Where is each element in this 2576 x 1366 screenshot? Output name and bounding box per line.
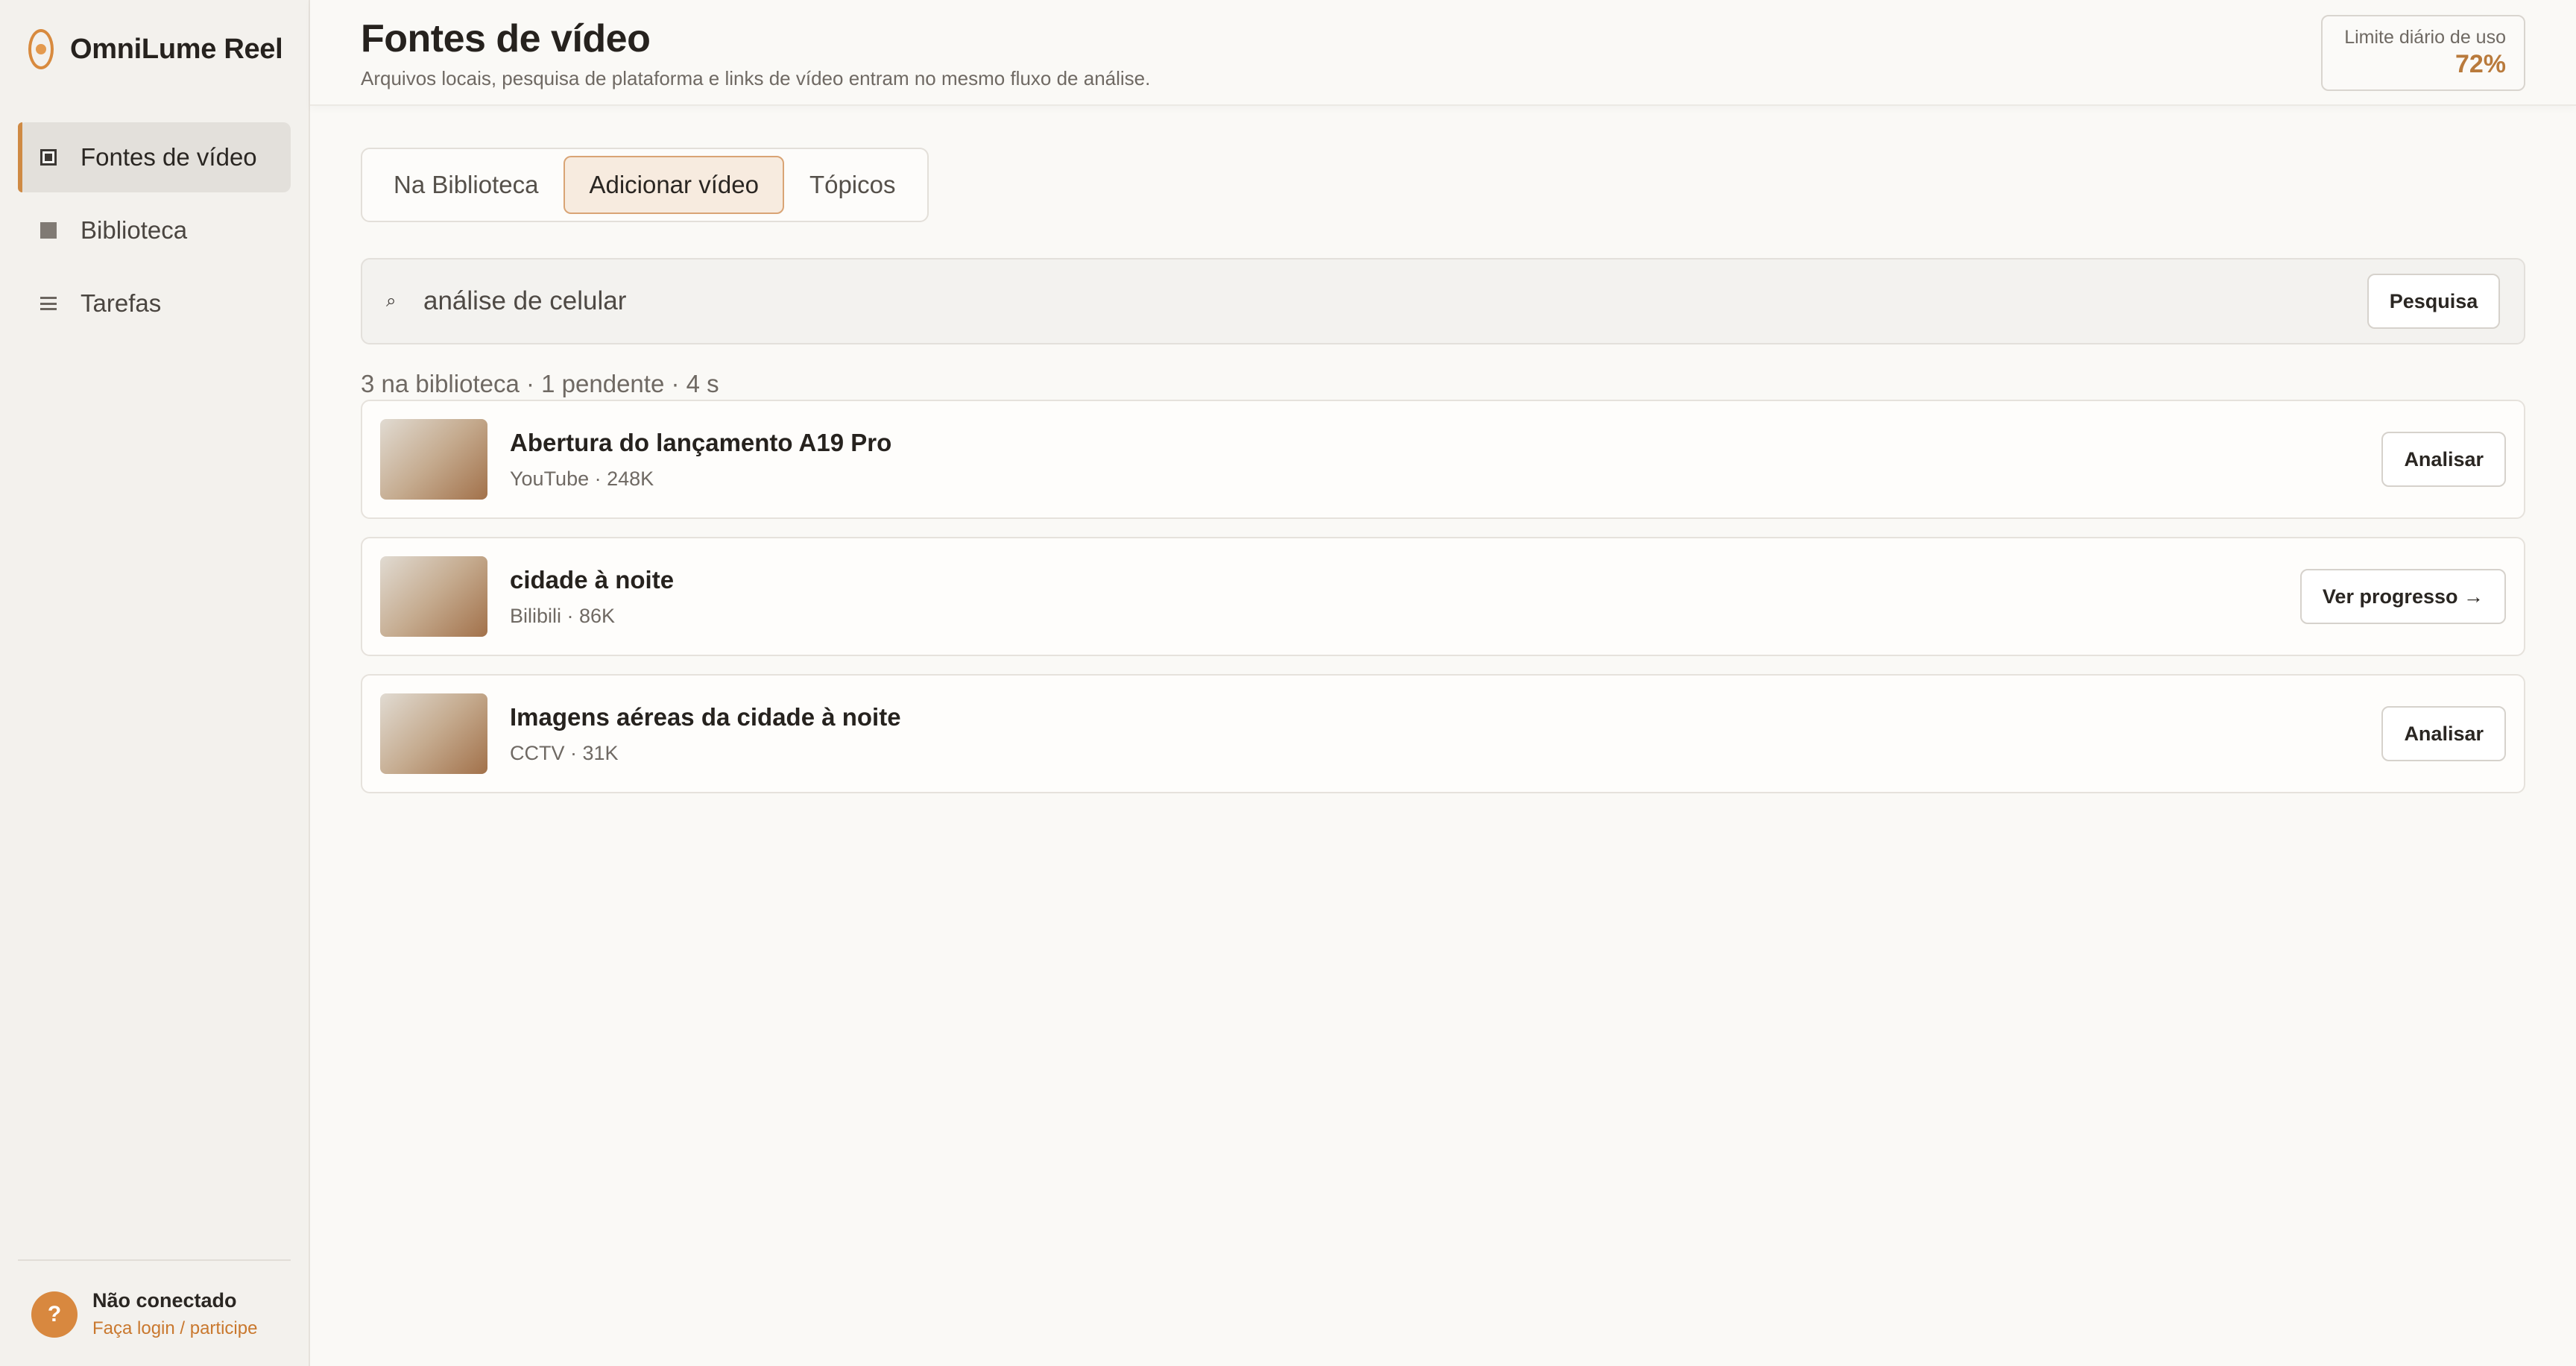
- usage-label: Limite diário de uso: [2344, 27, 2506, 48]
- sidebar: OmniLume Reel Fontes de vídeo Biblioteca…: [0, 0, 310, 1366]
- daily-usage-badge: Limite diário de uso 72%: [2321, 15, 2525, 91]
- sidebar-nav: Fontes de vídeo Biblioteca Tarefas: [18, 122, 291, 342]
- result-info: Abertura do lançamento A19 Pro YouTube ·…: [510, 429, 2381, 491]
- list-item: Imagens aéreas da cidade à noite CCTV · …: [361, 674, 2525, 793]
- search-button[interactable]: Pesquisa: [2367, 274, 2500, 329]
- result-title: Imagens aéreas da cidade à noite: [510, 702, 901, 731]
- brand-logo-dot: [36, 44, 46, 54]
- list-item: Abertura do lançamento A19 Pro YouTube ·…: [361, 400, 2525, 519]
- result-meta: CCTV · 31K: [510, 741, 619, 764]
- avatar[interactable]: ?: [31, 1291, 78, 1338]
- tasks-icon: [40, 297, 57, 310]
- page-header: Fontes de vídeo Arquivos locais, pesquis…: [310, 0, 2576, 106]
- result-title: cidade à noite: [510, 565, 675, 594]
- brand-logo-icon: [28, 29, 54, 69]
- search-icon: ⌕: [386, 291, 397, 311]
- analyze-button[interactable]: Analisar: [2381, 706, 2506, 761]
- view-progress-button[interactable]: Ver progresso →: [2299, 569, 2506, 624]
- video-thumbnail[interactable]: [380, 419, 487, 500]
- video-thumbnail[interactable]: [380, 556, 487, 637]
- library-icon: [40, 222, 57, 239]
- result-info: cidade à noite Bilibili · 86K: [510, 566, 2300, 628]
- usage-value: 72%: [2455, 50, 2506, 78]
- analyze-button[interactable]: Analisar: [2381, 432, 2506, 487]
- search-bar: ⌕ Pesquisa: [361, 258, 2525, 344]
- result-info: Imagens aéreas da cidade à noite CCTV · …: [510, 703, 2381, 765]
- search-input[interactable]: [422, 286, 2367, 317]
- video-thumbnail[interactable]: [380, 693, 487, 774]
- result-meta: YouTube · 248K: [510, 467, 654, 490]
- page-title: Fontes de vídeo: [361, 17, 651, 60]
- app-window: OmniLume Reel Fontes de vídeo Biblioteca…: [0, 0, 2576, 1366]
- brand-name: OmniLume Reel: [70, 33, 283, 65]
- tab-add-video[interactable]: Adicionar vídeo: [564, 156, 784, 214]
- source-tabs: Na Biblioteca Adicionar vídeo Tópicos: [361, 148, 929, 222]
- result-title: Abertura do lançamento A19 Pro: [510, 428, 892, 456]
- account-panel: ? Não conectado Faça login / participe: [18, 1259, 291, 1339]
- result-meta: Bilibili · 86K: [510, 604, 616, 627]
- sidebar-item-label: Fontes de vídeo: [80, 143, 257, 171]
- results-summary: 3 na biblioteca · 1 pendente · 4 s: [361, 370, 719, 397]
- main-content: Fontes de vídeo Arquivos locais, pesquis…: [310, 0, 2576, 1366]
- sidebar-item-label: Tarefas: [80, 289, 162, 317]
- list-item: cidade à noite Bilibili · 86K Ver progre…: [361, 537, 2525, 656]
- account-text: Não conectado Faça login / participe: [92, 1289, 257, 1339]
- account-status: Não conectado: [92, 1289, 237, 1312]
- video-source-icon: [40, 149, 57, 166]
- sidebar-item-label: Biblioteca: [80, 216, 188, 244]
- sidebar-item-library[interactable]: Biblioteca: [18, 195, 291, 265]
- page-subtitle: Arquivos locais, pesquisa de plataforma …: [361, 67, 1151, 89]
- login-link[interactable]: Faça login / participe: [92, 1318, 257, 1339]
- tab-topics[interactable]: Tópicos: [784, 156, 921, 214]
- tab-in-library[interactable]: Na Biblioteca: [368, 156, 564, 214]
- results-list: Abertura do lançamento A19 Pro YouTube ·…: [361, 400, 2525, 811]
- sidebar-item-tasks[interactable]: Tarefas: [18, 268, 291, 339]
- brand[interactable]: OmniLume Reel: [28, 28, 283, 70]
- sidebar-item-video-sources[interactable]: Fontes de vídeo: [18, 122, 291, 192]
